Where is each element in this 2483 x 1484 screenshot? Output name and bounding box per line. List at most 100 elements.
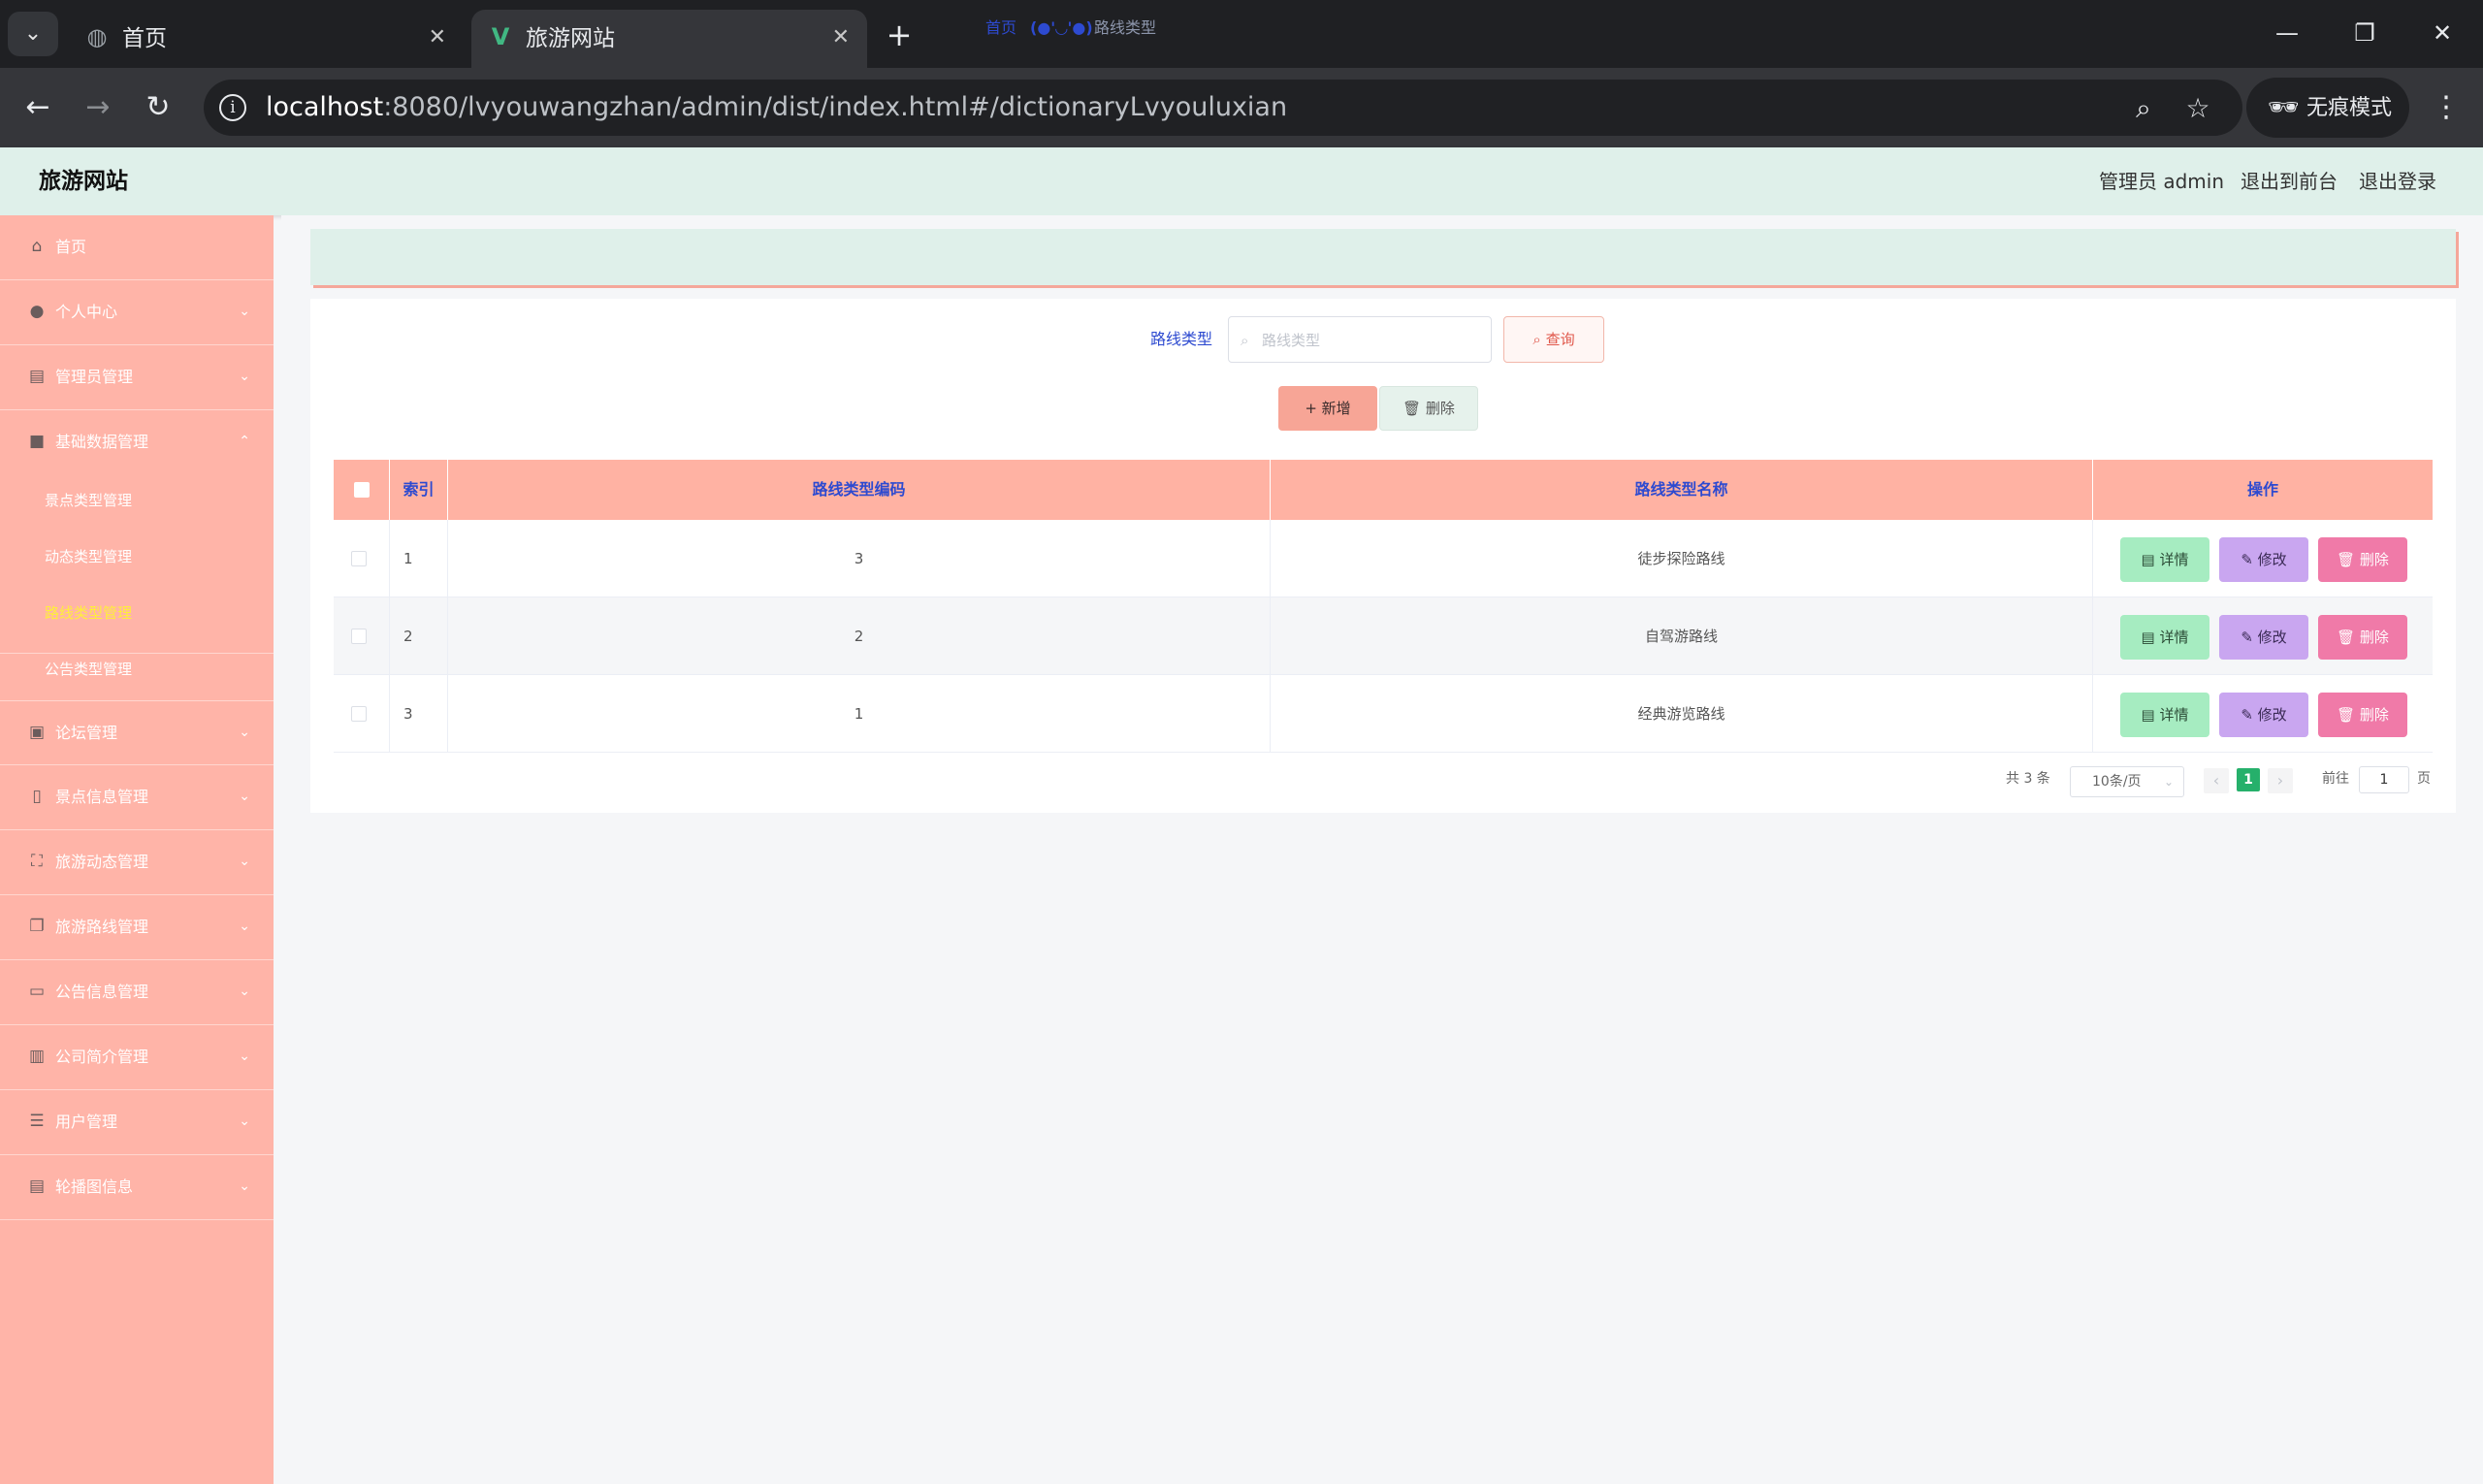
page-number-current[interactable]: 1 <box>2237 768 2260 791</box>
table-row: 2 2 自驾游路线 ▤ 详情 ✎ 修改 🗑 删除 <box>334 597 2433 675</box>
exit-to-front-link[interactable]: 退出到前台 <box>2241 168 2338 195</box>
browser-toolbar: ← → ↻ i localhost:8080/lvyouwangzhan/adm… <box>0 68 2483 147</box>
address-bar[interactable]: i localhost:8080/lvyouwangzhan/admin/dis… <box>204 80 2242 136</box>
new-tab-button[interactable]: + <box>879 16 919 56</box>
submenu-route-type[interactable]: 路线类型管理 <box>45 601 132 625</box>
chevron-down-icon: ⌄ <box>2163 775 2174 789</box>
tab-search-button[interactable]: ⌄ <box>8 12 58 56</box>
search-icon: ⌕ <box>1241 332 1249 349</box>
goto-label: 前往 <box>2322 771 2349 787</box>
submenu-news-type[interactable]: 动态类型管理 <box>45 545 132 568</box>
delete-button[interactable]: 🗑 删除 <box>2318 537 2407 582</box>
sidebar-item-notice-info[interactable]: ▭ 公告信息管理 ⌄ <box>0 960 274 1025</box>
cell-route-type-code: 2 <box>448 597 1271 675</box>
sliders-icon: ☰ <box>29 1112 45 1131</box>
detail-button[interactable]: ▤ 详情 <box>2120 693 2209 737</box>
delete-button[interactable]: 🗑 删除 <box>2318 693 2407 737</box>
more-vertical-icon: ⋮ <box>2432 90 2461 124</box>
sidebar-item-scenic-info[interactable]: ▯ 景点信息管理 ⌄ <box>0 765 274 830</box>
star-icon[interactable]: ☆ <box>2180 91 2215 126</box>
sidebar-item-forum[interactable]: ▣ 论坛管理 ⌄ <box>0 700 274 765</box>
add-button-label: 新增 <box>1321 400 1351 417</box>
home-icon: ⌂ <box>31 237 43 256</box>
app-header: 旅游网站 管理员 admin 退出到前台 退出登录 <box>0 147 2483 215</box>
chevron-down-icon: ⌄ <box>23 21 43 46</box>
breadcrumb-separator: (●'◡'●) <box>1030 18 1093 37</box>
detail-button[interactable]: ▤ 详情 <box>2120 615 2209 660</box>
search-input[interactable] <box>1262 327 1475 354</box>
cell-route-type-name: 徒步探险路线 <box>1271 520 2093 597</box>
trash-icon: 🗑 <box>2337 629 2356 646</box>
add-button[interactable]: + 新增 <box>1278 386 1377 431</box>
chevron-down-icon: ⌄ <box>239 725 250 740</box>
browser-menu-button[interactable]: ⋮ <box>2431 87 2462 128</box>
zoom-icon[interactable]: ⌕ <box>2126 91 2161 126</box>
close-icon[interactable]: ✕ <box>832 22 850 53</box>
row-select-cell <box>334 675 390 753</box>
query-button[interactable]: ⌕ 查询 <box>1503 316 1604 363</box>
document-icon: ▤ <box>2141 551 2155 568</box>
sidebar-item-personal-center[interactable]: ● 个人中心 ⌄ <box>0 280 274 345</box>
batch-delete-label: 删除 <box>1425 400 1455 417</box>
browser-tab-active[interactable]: V 旅游网站 ✕ <box>471 10 867 68</box>
prev-page-button[interactable]: ‹ <box>2204 768 2229 793</box>
detail-button[interactable]: ▤ 详情 <box>2120 537 2209 582</box>
site-info-icon[interactable]: i <box>219 94 246 121</box>
pagination-total: 共 3 条 <box>2006 771 2050 787</box>
browser-tab-home[interactable]: ◍ 首页 ✕ <box>68 10 464 68</box>
fullscreen-icon: ⛶ <box>31 852 43 871</box>
chevron-down-icon: ⌄ <box>239 854 250 869</box>
sidebar-item-travel-route[interactable]: ❐ 旅游路线管理 ⌄ <box>0 895 274 960</box>
sidebar-item-carousel[interactable]: ▤ 轮播图信息 ⌄ <box>0 1155 274 1220</box>
row-checkbox[interactable] <box>351 629 367 644</box>
plus-icon: + <box>886 16 913 53</box>
phone-icon: ▯ <box>32 787 42 806</box>
close-window-button[interactable]: ✕ <box>2413 14 2471 52</box>
sidebar-item-label: 基础数据管理 <box>55 433 149 451</box>
forward-button[interactable]: → <box>78 87 118 128</box>
select-all-checkbox[interactable] <box>354 482 370 498</box>
batch-delete-button[interactable]: 🗑 删除 <box>1379 386 1478 431</box>
select-all-cell <box>334 460 390 520</box>
document-icon: ▤ <box>2141 629 2155 646</box>
logout-link[interactable]: 退出登录 <box>2359 168 2436 195</box>
tab-title: 首页 <box>122 26 167 51</box>
edit-button[interactable]: ✎ 修改 <box>2219 537 2308 582</box>
sidebar-item-basic-data[interactable]: ■ 基础数据管理 ⌃ <box>0 410 274 475</box>
close-icon[interactable]: ✕ <box>429 22 446 53</box>
trash-icon: 🗑 <box>2337 706 2356 724</box>
admin-user-label: 管理员 admin <box>2099 170 2225 193</box>
sidebar-item-admin-management[interactable]: ▤ 管理员管理 ⌄ <box>0 345 274 410</box>
next-page-button[interactable]: › <box>2268 768 2293 793</box>
edit-button[interactable]: ✎ 修改 <box>2219 615 2308 660</box>
incognito-badge[interactable]: 🕶 无痕模式 <box>2246 78 2409 138</box>
sidebar-item-home[interactable]: ⌂ 首页 <box>0 215 274 280</box>
chat-icon: ▭ <box>28 982 46 1001</box>
edit-button[interactable]: ✎ 修改 <box>2219 693 2308 737</box>
sidebar-item-user-management[interactable]: ☰ 用户管理 ⌄ <box>0 1090 274 1155</box>
cell-route-type-name: 自驾游路线 <box>1271 597 2093 675</box>
restore-button[interactable]: ❐ <box>2336 14 2394 52</box>
chevron-right-icon: › <box>2276 771 2284 790</box>
back-button[interactable]: ← <box>17 87 58 128</box>
submenu-notice-type[interactable]: 公告类型管理 <box>45 658 132 681</box>
search-input-wrapper[interactable]: ⌕ <box>1228 316 1492 363</box>
reload-button[interactable]: ↻ <box>138 87 178 128</box>
clipboard-icon: ▤ <box>28 1177 46 1196</box>
brand-title: 旅游网站 <box>39 169 128 194</box>
minimize-button[interactable]: — <box>2258 14 2316 52</box>
sidebar-item-label: 旅游路线管理 <box>55 918 149 936</box>
cell-route-type-code: 1 <box>448 675 1271 753</box>
page-size-select[interactable]: 10条/页 ⌄ <box>2070 766 2184 797</box>
sidebar-item-company-intro[interactable]: ▥ 公司简介管理 ⌄ <box>0 1025 274 1090</box>
restore-icon: ❐ <box>2354 19 2375 47</box>
row-checkbox[interactable] <box>351 551 367 566</box>
column-header-code: 路线类型编码 <box>448 460 1271 520</box>
goto-page-input[interactable]: 1 <box>2359 766 2409 793</box>
url-text[interactable]: localhost:8080/lvyouwangzhan/admin/dist/… <box>266 92 1287 123</box>
submenu-scenic-type[interactable]: 景点类型管理 <box>45 489 132 512</box>
breadcrumb-home[interactable]: 首页 <box>985 17 1016 39</box>
delete-button[interactable]: 🗑 删除 <box>2318 615 2407 660</box>
sidebar-item-travel-news[interactable]: ⛶ 旅游动态管理 ⌄ <box>0 830 274 895</box>
row-checkbox[interactable] <box>351 706 367 722</box>
